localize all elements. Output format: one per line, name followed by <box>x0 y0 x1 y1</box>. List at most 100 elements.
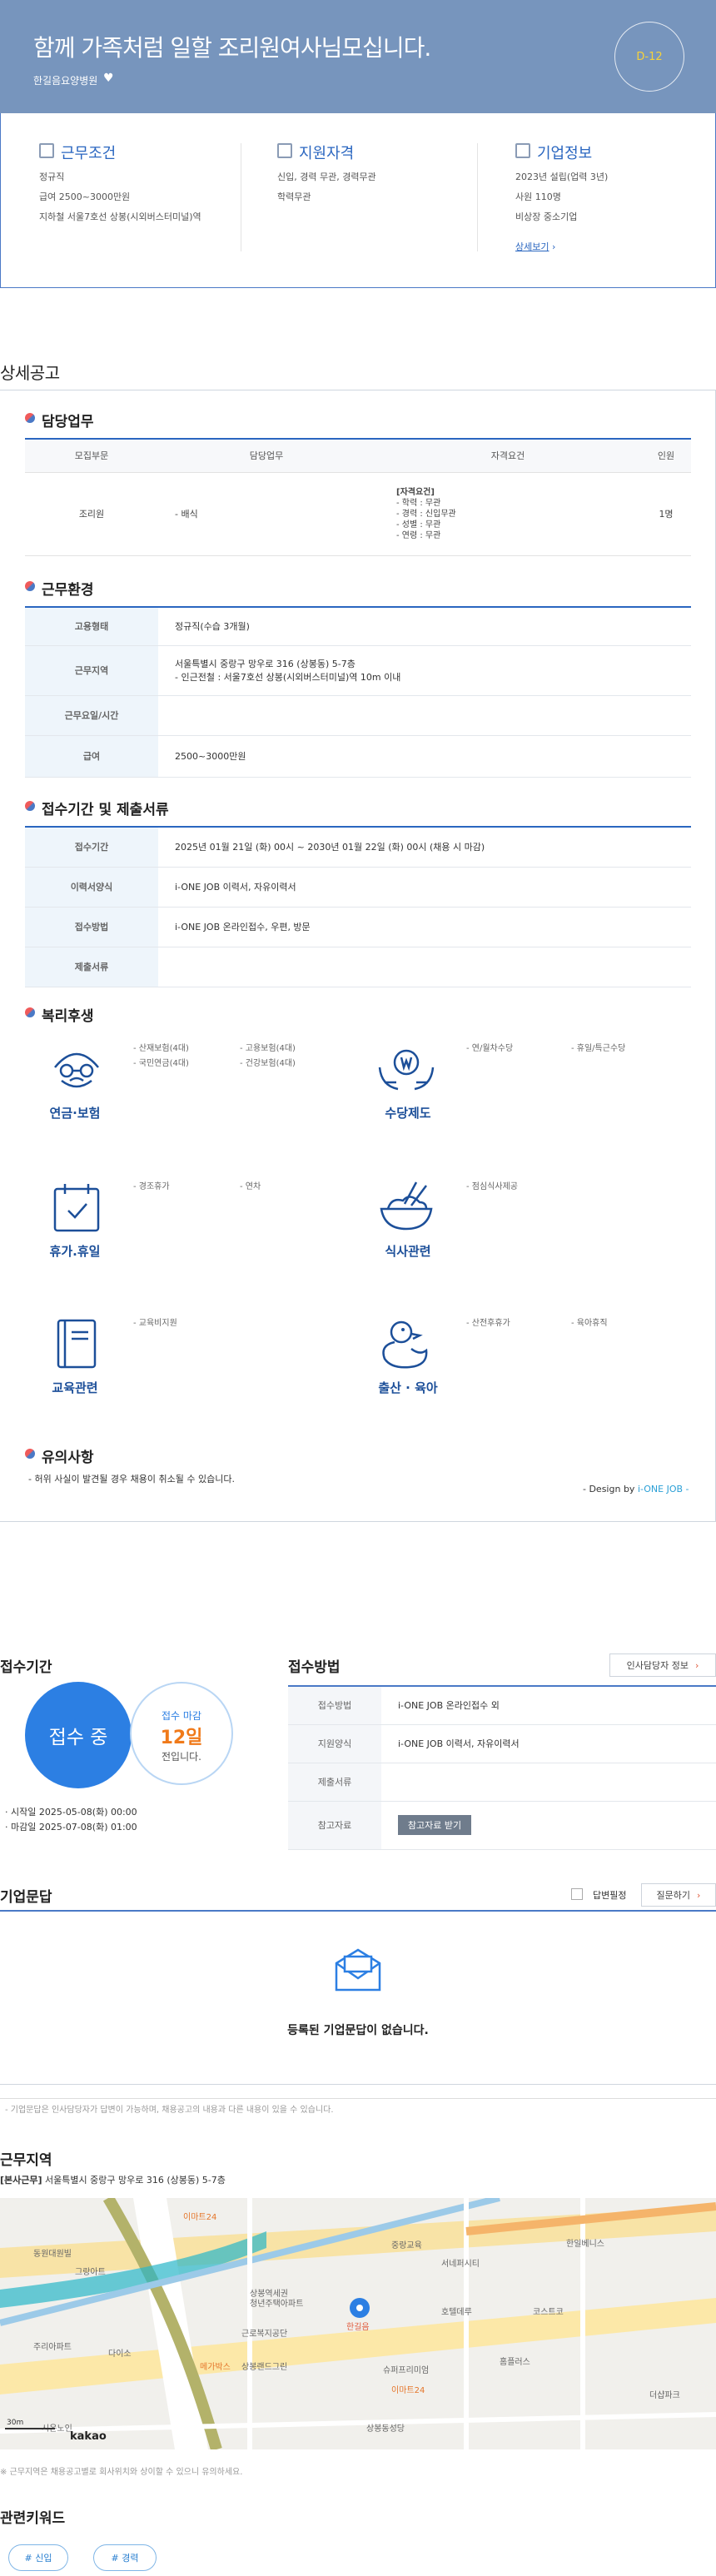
map-label: 다이소 <box>108 2349 132 2359</box>
col-header: 인원 <box>641 438 691 473</box>
detail-heading: 상세공고 <box>0 363 60 383</box>
map-label: 한일베니스 <box>566 2239 604 2249</box>
elder-icon <box>54 1052 99 1088</box>
svg-text:30m: 30m <box>7 2419 23 2427</box>
duty-part: 조리원 <box>25 472 158 556</box>
table-row: 근무요일/시간 <box>25 695 691 736</box>
duty-requirements: [자격요건] - 학력 : 무관 - 경력 : 신입무관 - 성별 : 무관 - 연령… <box>375 472 641 556</box>
qualification-line: 신입, 경력 무관, 경력무관 <box>277 172 376 182</box>
map-label: 주리아파트 <box>33 2342 72 2352</box>
duty-task: - 배식 <box>158 472 375 556</box>
condition-line: 지하철 서울7호선 상봉(시외버스터미널)역 <box>39 211 201 222</box>
company-line: 사원 110명 <box>515 191 561 202</box>
map-label: 슈퍼프리미엄 <box>383 2365 429 2375</box>
method-title: 접수방법 <box>288 1659 341 1676</box>
table-row: 근무지역 서울특별시 중랑구 망우로 316 (상봉동) 5-7층 - 인근전철 :… <box>25 645 691 696</box>
table-row: 조리원 - 배식 [자격요건] - 학력 : 무관 - 경력 : 신입무관 - 성별… <box>25 472 691 556</box>
welfare-title: 복리후생 <box>25 1004 94 1025</box>
work-conditions: 근무조건 정규직 급여 2500~3000만원 지하철 서울7호선 상봉(시외버… <box>39 113 239 288</box>
period-start: · 시작일 2025-05-08(화) 00:00 <box>5 1807 137 1818</box>
qualification-line: 학력무관 <box>277 191 311 202</box>
chevron-right-icon: › <box>549 241 556 252</box>
location-note: ※ 근무지역은 채용공고별로 회사위치와 상이할 수 있으니 유의하세요. <box>0 2468 243 2477</box>
bullet-icon <box>25 1449 35 1459</box>
welfare-group-name: 출산 · 육아 <box>378 1380 438 1395</box>
map-label: 동원대원빌 <box>33 2249 72 2259</box>
map-label: 상봉랜드그린 <box>241 2362 287 2372</box>
welfare-item: - 연/월차수당 <box>466 1044 514 1053</box>
notice-title: 유의사항 <box>25 1445 94 1466</box>
welfare-group-name: 연금·보험 <box>49 1106 101 1121</box>
kakao-logo: kakao <box>70 2430 107 2443</box>
col-header: 담당업무 <box>158 438 375 473</box>
welfare-item: - 점심식사제공 <box>466 1182 518 1191</box>
bullet-icon <box>25 1007 35 1017</box>
condition-line: 정규직 <box>39 172 65 182</box>
welfare-item: - 휴일/특근수당 <box>571 1044 626 1053</box>
map-label: 이마트24 <box>183 2212 216 2222</box>
map-label: 상봉역세권 <box>250 2289 288 2299</box>
calendar-icon <box>53 1184 100 1232</box>
table-row: 접수기간 2025년 01월 21일 (화) 00시 ~ 2030년 01월 22… <box>25 826 691 868</box>
welfare-item: - 국민연금(4대) <box>133 1059 189 1068</box>
col-header: 자격요건 <box>375 438 641 473</box>
company-line: 2023년 설립(업력 3년) <box>515 172 609 182</box>
answered-only-checkbox[interactable] <box>571 1888 583 1900</box>
keyword-tag[interactable]: # 경력 <box>93 2544 157 2571</box>
map-label: 메가박스 <box>200 2362 231 2372</box>
condition-line: 급여 2500~3000만원 <box>39 191 131 202</box>
ask-question-button[interactable]: 질문하기 › <box>641 1883 716 1907</box>
table-row: 제출서류 <box>25 947 691 987</box>
bullet-icon <box>25 801 35 811</box>
rice-bowl-icon <box>380 1181 433 1231</box>
table-row: 고용형태 정규직(수습 3개월) <box>25 606 691 646</box>
checkbox-label: 답변필정 <box>593 1890 627 1901</box>
money-hands-icon <box>378 1049 435 1091</box>
welfare-item: - 교육비지원 <box>133 1319 177 1328</box>
duty-table: 모집부문 담당업무 자격요건 인원 조리원 - 배식 [자격요건] - 학력 :… <box>25 438 691 556</box>
map-label: 호텔데루 <box>441 2307 472 2317</box>
book-icon <box>57 1319 97 1369</box>
table-row: 접수방법 i-ONE JOB 온라인접수, 우편, 방문 <box>25 907 691 947</box>
duty-title: 담당업무 <box>25 410 94 430</box>
company-detail-link[interactable]: 상세보기 <box>515 241 549 252</box>
notice-text: - 허위 사실이 발견될 경우 채용이 취소될 수 있습니다. <box>28 1474 235 1484</box>
method-table: 접수방법 i-ONE JOB 온라인접수 외 지원양식 i-ONE JOB 이력서,… <box>288 1685 716 1850</box>
contact-info-button[interactable]: 인사담당자 정보 › <box>609 1654 716 1677</box>
map-label: 청년주택아파트 <box>250 2299 303 2309</box>
chevron-right-icon: › <box>694 1659 699 1671</box>
welfare-group-name: 휴가.휴일 <box>49 1244 101 1259</box>
welfare-item: - 경조휴가 <box>133 1182 170 1191</box>
welfare-group-name: 교육관련 <box>52 1380 98 1395</box>
keyword-tag[interactable]: # 신입 <box>8 2544 68 2571</box>
env-table: 고용형태 정규직(수습 3개월) 근무지역 서울특별시 중랑구 망우로 316 (상… <box>25 606 691 778</box>
map-label: 홈플러스 <box>500 2356 530 2367</box>
divider <box>477 143 478 251</box>
qa-note: - 기업문답은 인사담당자가 답변이 가능하며, 채용공고의 내용과 다른 내용… <box>5 2106 334 2115</box>
location-map[interactable]: 동원대원빌 그랑아트 상봉역세권 청년주택아파트 중랑교육 서네퍼시티 한일베니… <box>0 2198 716 2449</box>
company-info: 기업정보 2023년 설립(업력 3년) 사원 110명 비상장 중소기업 상세… <box>515 113 699 288</box>
bullet-icon <box>25 581 35 591</box>
apply-table: 접수기간 2025년 01월 21일 (화) 00시 ~ 2030년 01월 22… <box>25 826 691 987</box>
qualifications-title: 지원자격 <box>299 145 355 162</box>
qa-title: 기업문답 <box>0 1889 52 1906</box>
col-header: 모집부문 <box>25 438 158 473</box>
job-title: 함께 가족처럼 일할 조리원여사님모십니다. <box>33 34 431 62</box>
period-title: 접수기간 <box>0 1659 52 1676</box>
deadline-circle: 접수 마감 12일 전입니다. <box>130 1682 233 1785</box>
map-label: 더샵파크 <box>649 2390 680 2400</box>
map-label: 이마트24 <box>391 2385 425 2395</box>
welfare-group-name: 식사관련 <box>385 1244 431 1259</box>
envelope-icon <box>335 1948 381 1992</box>
map-label: 서네퍼시티 <box>441 2259 480 2269</box>
welfare-item: - 고용보험(4대) <box>240 1044 296 1053</box>
favorite-heart-icon[interactable]: ♥ <box>103 72 114 85</box>
qualifications: 지원자격 신입, 경력 무관, 경력무관 학력무관 <box>277 113 469 288</box>
period-end: · 마감일 2025-07-08(화) 01:00 <box>5 1822 137 1833</box>
reference-download-button[interactable]: 참고자료 받기 <box>398 1815 471 1835</box>
map-label: 코스트코 <box>533 2307 564 2317</box>
table-row: 급여 2500~3000만원 <box>25 735 691 778</box>
company-line: 비상장 중소기업 <box>515 211 578 222</box>
company-name[interactable]: 한길음요양병원 <box>33 73 97 87</box>
welfare-group-name: 수당제도 <box>385 1106 431 1121</box>
